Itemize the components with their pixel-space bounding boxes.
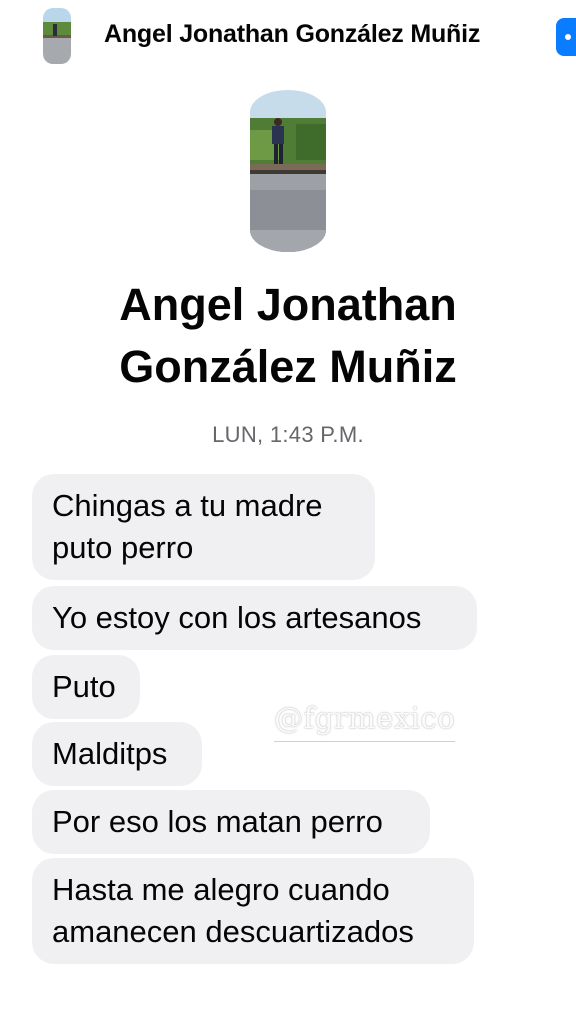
message-bubble[interactable]: Hasta me alegro cuando amanecen descuart… <box>32 858 474 964</box>
message-timestamp: LUN, 1:43 P.M. <box>212 422 364 447</box>
message-bubble[interactable]: Yo estoy con los artesanos <box>32 586 477 650</box>
call-icon <box>565 34 571 40</box>
message-text: Por eso los matan perro <box>52 804 383 839</box>
profile-photo[interactable] <box>250 90 326 252</box>
watermark: @fgrmexico <box>274 701 456 742</box>
message-bubble[interactable]: Por eso los matan perro <box>32 790 430 854</box>
message-text: Hasta me alegro cuando <box>52 872 390 907</box>
call-button[interactable] <box>556 18 576 56</box>
header-contact-name[interactable]: Angel Jonathan González Muñiz <box>104 20 480 49</box>
profile-name-line-2: González Muñiz <box>119 341 457 392</box>
conversation-header: Angel Jonathan González Muñiz <box>0 0 576 76</box>
header-avatar[interactable] <box>43 8 71 64</box>
message-text: amanecen descuartizados <box>52 914 414 949</box>
message-text: Chingas a tu madre <box>52 488 323 523</box>
message-text: Malditps <box>52 736 168 771</box>
message-bubble[interactable]: Puto <box>32 655 140 719</box>
message-bubble[interactable]: Malditps <box>32 722 202 786</box>
message-bubble[interactable]: Chingas a tu madre puto perro <box>32 474 375 580</box>
message-text: Yo estoy con los artesanos <box>52 600 422 635</box>
profile-name-line-1: Angel Jonathan <box>119 279 457 330</box>
message-text: puto perro <box>52 530 194 565</box>
message-text: Puto <box>52 669 116 704</box>
